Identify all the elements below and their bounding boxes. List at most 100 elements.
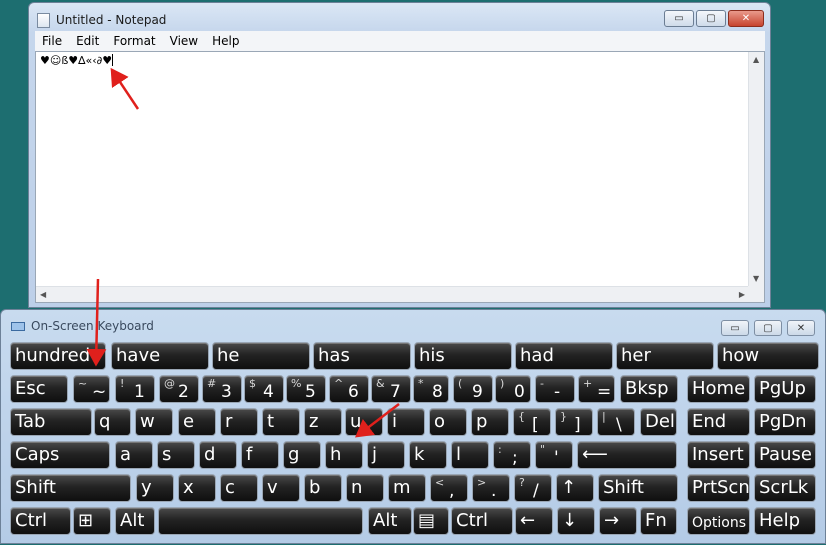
- key-bksp[interactable]: Bksp: [620, 375, 678, 403]
- menu-file[interactable]: File: [35, 34, 69, 48]
- prediction-he[interactable]: he: [212, 342, 310, 370]
- scroll-right-icon[interactable]: ▶: [739, 290, 745, 299]
- key-alt[interactable]: Alt: [368, 507, 412, 535]
- key-caps[interactable]: Caps: [10, 441, 110, 469]
- key-i[interactable]: i: [387, 408, 425, 436]
- key-end[interactable]: End: [687, 408, 750, 436]
- key-e[interactable]: e: [178, 408, 216, 436]
- key-5[interactable]: % 5: [286, 375, 326, 403]
- key-x[interactable]: x: [178, 474, 216, 502]
- key-0[interactable]: ) 0: [495, 375, 531, 403]
- key-h[interactable]: h: [325, 441, 363, 469]
- prediction-had[interactable]: had: [515, 342, 613, 370]
- prediction-have[interactable]: have: [111, 342, 209, 370]
- key-7[interactable]: & 7: [371, 375, 411, 403]
- key-pause[interactable]: Pause: [754, 441, 816, 469]
- key-space[interactable]: [158, 507, 363, 535]
- key-insert[interactable]: Insert: [687, 441, 750, 469]
- key-6[interactable]: ^ 6: [329, 375, 369, 403]
- key-enter[interactable]: ⟵: [577, 441, 677, 469]
- key-menu[interactable]: ▤: [413, 507, 449, 535]
- prediction-his[interactable]: his: [414, 342, 512, 370]
- key-r4-9[interactable]: >.: [472, 474, 510, 502]
- menu-view[interactable]: View: [163, 34, 205, 48]
- key-r1-12[interactable]: --: [535, 375, 575, 403]
- key-j[interactable]: j: [367, 441, 405, 469]
- key-3[interactable]: #3: [202, 375, 242, 403]
- key-esc[interactable]: Esc: [10, 375, 68, 403]
- key-1[interactable]: ! 1: [115, 375, 155, 403]
- key-shift[interactable]: Shift: [598, 474, 678, 502]
- key-k[interactable]: k: [409, 441, 447, 469]
- key-r3-10[interactable]: :;: [493, 441, 531, 469]
- key-options[interactable]: Options: [687, 507, 750, 535]
- key-l[interactable]: l: [451, 441, 489, 469]
- key-d[interactable]: d: [199, 441, 237, 469]
- key-o[interactable]: o: [429, 408, 467, 436]
- key-r4-10[interactable]: ? /: [514, 474, 552, 502]
- key-r1-1[interactable]: ~ ~: [73, 375, 110, 403]
- key-a[interactable]: a: [115, 441, 153, 469]
- key-m[interactable]: m: [388, 474, 426, 502]
- prediction-hundred[interactable]: hundred: [10, 342, 106, 370]
- key-f[interactable]: f: [241, 441, 279, 469]
- key-s[interactable]: s: [157, 441, 195, 469]
- key-4[interactable]: $4: [244, 375, 284, 403]
- key-9[interactable]: (9: [453, 375, 493, 403]
- key-w[interactable]: w: [135, 408, 173, 436]
- key-8[interactable]: * 8: [413, 375, 449, 403]
- key-ctrl[interactable]: Ctrl: [451, 507, 513, 535]
- key-fn[interactable]: Fn: [640, 507, 677, 535]
- scroll-left-icon[interactable]: ◀: [40, 290, 46, 299]
- key-r[interactable]: r: [220, 408, 258, 436]
- key-arrow-right[interactable]: →: [599, 507, 637, 535]
- prediction-her[interactable]: her: [616, 342, 714, 370]
- key-b[interactable]: b: [304, 474, 342, 502]
- key-y[interactable]: y: [136, 474, 174, 502]
- notepad-titlebar[interactable]: Untitled - Notepad: [37, 9, 166, 31]
- key-z[interactable]: z: [304, 408, 342, 436]
- key-arrow-left[interactable]: ←: [515, 507, 553, 535]
- key-help[interactable]: Help: [754, 507, 816, 535]
- menu-edit[interactable]: Edit: [69, 34, 106, 48]
- text-editor[interactable]: ♥☺ß♥∆«‹∂♥ ▲ ▼ ◀ ▶: [35, 51, 765, 303]
- prediction-how[interactable]: how: [717, 342, 819, 370]
- key-pgdn[interactable]: PgDn: [754, 408, 816, 436]
- scroll-down-icon[interactable]: ▼: [753, 274, 759, 283]
- key-scrlk[interactable]: ScrLk: [754, 474, 816, 502]
- key-v[interactable]: v: [262, 474, 300, 502]
- key-r2-12[interactable]: }]: [555, 408, 593, 436]
- key-shift[interactable]: Shift: [10, 474, 131, 502]
- key-r4-8[interactable]: <,: [430, 474, 468, 502]
- scroll-up-icon[interactable]: ▲: [753, 55, 759, 64]
- key-pgup[interactable]: PgUp: [754, 375, 816, 403]
- menu-format[interactable]: Format: [106, 34, 162, 48]
- key-c[interactable]: c: [220, 474, 258, 502]
- key-r2-11[interactable]: {[: [513, 408, 551, 436]
- key-home[interactable]: Home: [687, 375, 750, 403]
- minimize-button[interactable]: ▭: [664, 10, 694, 27]
- key-g[interactable]: g: [283, 441, 321, 469]
- key-del[interactable]: Del: [640, 408, 677, 436]
- key-r2-13[interactable]: | \: [597, 408, 635, 436]
- menu-help[interactable]: Help: [205, 34, 246, 48]
- key-windows[interactable]: ⊞: [73, 507, 111, 535]
- key-tab[interactable]: Tab: [10, 408, 92, 436]
- key-q[interactable]: q: [94, 408, 131, 436]
- prediction-has[interactable]: has: [313, 342, 411, 370]
- key-n[interactable]: n: [346, 474, 384, 502]
- key-alt[interactable]: Alt: [115, 507, 155, 535]
- maximize-button[interactable]: ▢: [696, 10, 726, 27]
- close-button[interactable]: ✕: [728, 10, 764, 27]
- key-r1-13[interactable]: + =: [578, 375, 615, 403]
- key-ctrl[interactable]: Ctrl: [10, 507, 71, 535]
- key-t[interactable]: t: [262, 408, 300, 436]
- vertical-scrollbar[interactable]: ▲ ▼: [748, 52, 764, 286]
- key-r3-11[interactable]: " ': [535, 441, 573, 469]
- size-grip[interactable]: [748, 286, 764, 302]
- key-2[interactable]: @2: [159, 375, 199, 403]
- horizontal-scrollbar[interactable]: ◀ ▶: [36, 286, 749, 302]
- key-prtscn[interactable]: PrtScn: [687, 474, 750, 502]
- key-u[interactable]: u: [345, 408, 383, 436]
- key-p[interactable]: p: [471, 408, 509, 436]
